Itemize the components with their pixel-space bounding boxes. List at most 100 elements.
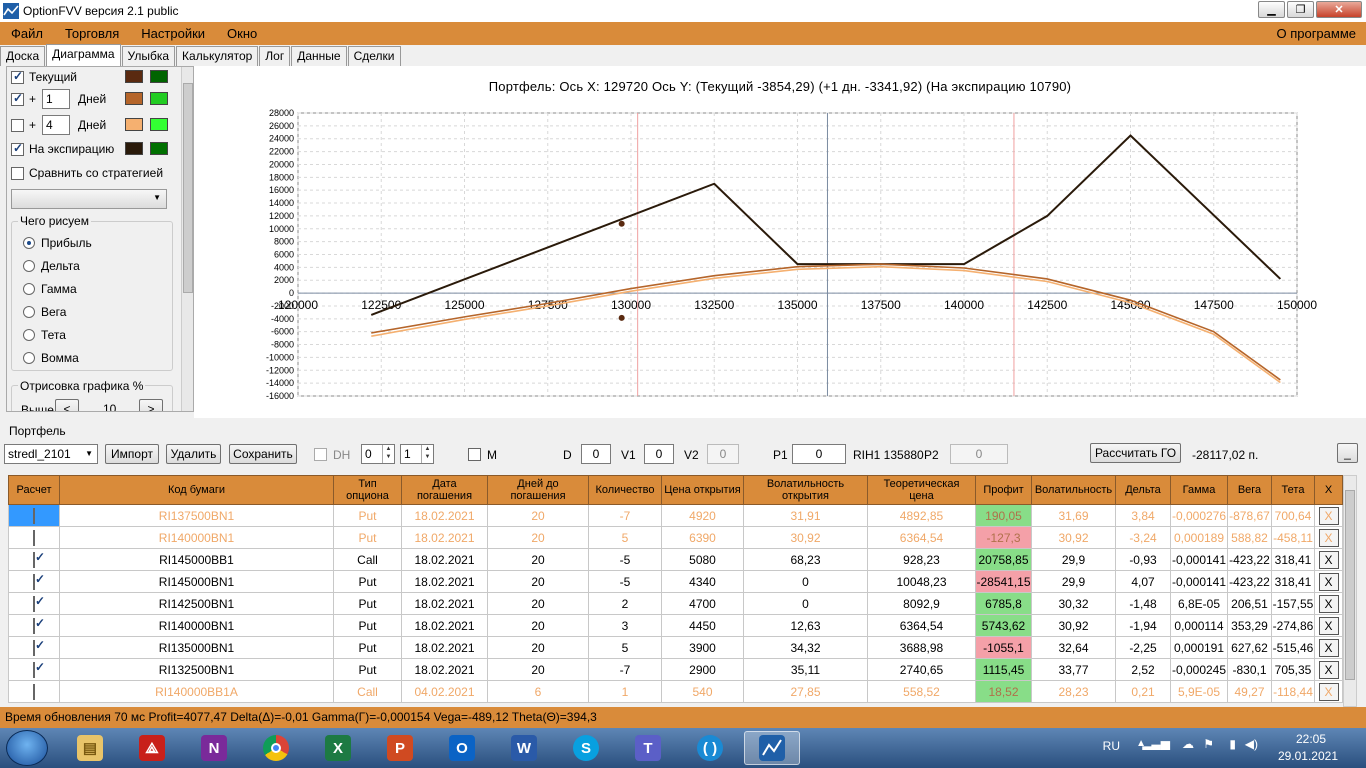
v2-input[interactable]: 0 [707, 444, 739, 464]
flag-icon[interactable]: ⚑ [1203, 737, 1214, 751]
explorer-app[interactable]: ▤ [62, 731, 118, 765]
col-days[interactable]: Дней до погашения [487, 475, 589, 505]
plus1-color-swatch[interactable] [125, 92, 143, 105]
teams-app[interactable]: T [620, 731, 676, 765]
table-row[interactable]: RI140000BN1 Put 18.02.2021 20 5 6390 30,92 6364… [8, 526, 1343, 549]
remove-row-button[interactable]: X [1318, 616, 1339, 635]
save-button[interactable]: Сохранить [229, 444, 297, 464]
calc-checkbox[interactable] [33, 573, 35, 590]
calc-go-button[interactable]: Рассчитать ГО [1090, 443, 1181, 463]
left-panel-scrollbar[interactable] [181, 67, 193, 411]
tab-data[interactable]: Данные [291, 46, 347, 66]
v1-input[interactable]: 0 [644, 444, 674, 464]
radio-delta[interactable]: Дельта [23, 258, 80, 274]
col-delta[interactable]: Дельта [1115, 475, 1171, 505]
delete-button[interactable]: Удалить [166, 444, 221, 464]
table-row[interactable]: RI135000BN1Put18.02.2021205390034,323688… [8, 636, 1343, 659]
col-calc[interactable]: Расчет [8, 475, 60, 505]
start-button[interactable] [6, 730, 48, 766]
calc-cell[interactable] [8, 504, 60, 527]
plus4-color-swatch-2[interactable] [150, 118, 168, 131]
current-color-swatch[interactable] [125, 70, 143, 83]
remove-row-button[interactable]: X [1318, 638, 1339, 657]
col-theta[interactable]: Тета [1271, 475, 1315, 505]
calc-checkbox[interactable] [33, 595, 35, 612]
p2-input[interactable]: 0 [950, 444, 1008, 464]
table-row[interactable]: RI137500BN1 Put 18.02.2021 20 -7 4920 31,91 489… [8, 504, 1343, 527]
pdf-app[interactable]: ⟁ [124, 731, 180, 765]
calc-checkbox[interactable] [33, 529, 35, 546]
maximize-button[interactable]: ❐ [1287, 1, 1314, 18]
calc-cell[interactable] [8, 570, 60, 593]
tab-diagram[interactable]: Диаграмма [46, 44, 121, 66]
tab-smile[interactable]: Улыбка [121, 46, 176, 66]
remove-row-button[interactable]: X [1318, 594, 1339, 613]
remove-row-button[interactable]: X [1318, 528, 1339, 547]
payoff-chart-svg[interactable]: 2800026000240002200020000180001600014000… [194, 66, 1366, 418]
spin1-input[interactable]: 0 ▲ ▼ [361, 444, 395, 464]
menu-settings[interactable]: Настройки [130, 26, 216, 41]
word-app[interactable]: W [496, 731, 552, 765]
clock-date[interactable]: 29.01.2021 [1278, 749, 1338, 763]
col-open-vol[interactable]: Волатильность открытия [743, 475, 868, 505]
expiration-checkbox[interactable] [11, 141, 24, 156]
menu-about[interactable]: О программе [1276, 26, 1356, 41]
expiration-color-swatch[interactable] [125, 142, 143, 155]
skype-app[interactable]: S [558, 731, 614, 765]
col-theo-price[interactable]: Теоретическая цена [867, 475, 976, 505]
above-increase-button[interactable]: > [139, 399, 163, 411]
col-open-price[interactable]: Цена открытия [661, 475, 744, 505]
menu-trade[interactable]: Торговля [54, 26, 130, 41]
dh-checkbox[interactable] [314, 448, 327, 461]
battery-icon[interactable]: ▮ [1229, 737, 1236, 751]
menu-window[interactable]: Окно [216, 26, 268, 41]
radio-profit[interactable]: Прибыль [23, 235, 92, 251]
calc-cell[interactable] [8, 614, 60, 637]
col-expiry[interactable]: Дата погашения [401, 475, 488, 505]
cloud-icon[interactable]: ☁ [1182, 737, 1194, 751]
language-indicator[interactable]: RU [1103, 739, 1120, 753]
portfolio-combo[interactable]: stredl_2101 ▼ [4, 444, 98, 464]
calc-checkbox[interactable] [33, 617, 35, 634]
volume-icon[interactable]: ◀) [1245, 737, 1258, 751]
close-button[interactable]: ✕ [1316, 1, 1362, 18]
tab-board[interactable]: Доска [0, 46, 46, 66]
onenote-app[interactable]: N [186, 731, 242, 765]
d-input[interactable]: 0 [581, 444, 611, 464]
outlook-app[interactable]: O [434, 731, 490, 765]
calc-cell[interactable] [8, 548, 60, 571]
col-qty[interactable]: Количество [588, 475, 662, 505]
calc-cell[interactable] [8, 592, 60, 615]
col-vega[interactable]: Вега [1227, 475, 1272, 505]
remove-row-button[interactable]: X [1318, 572, 1339, 591]
table-row[interactable]: RI145000BN1Put18.02.202120-54340010048,2… [8, 570, 1343, 593]
remove-row-button[interactable]: X [1318, 682, 1339, 701]
remove-row-button[interactable]: X [1318, 660, 1339, 679]
days1-input[interactable]: 1 [42, 89, 71, 109]
col-gamma[interactable]: Гамма [1170, 475, 1228, 505]
spin2-input[interactable]: 1 ▲ ▼ [400, 444, 434, 464]
network-icon[interactable]: ▂▃▅ [1142, 736, 1170, 750]
table-row[interactable]: RI140000BN1Put18.02.2021203445012,636364… [8, 614, 1343, 637]
table-row[interactable]: RI132500BN1Put18.02.202120-7290035,11274… [8, 658, 1343, 681]
excel-app[interactable]: X [310, 731, 366, 765]
scroll-thumb[interactable] [183, 83, 193, 293]
calc-cell[interactable] [8, 658, 60, 681]
calc-checkbox[interactable] [33, 507, 35, 524]
payoff-chart[interactable]: Портфель: Ось X: 129720 Ось Y: (Текущий … [194, 66, 1366, 418]
calc-cell[interactable] [8, 680, 60, 703]
radio-gamma[interactable]: Гамма [23, 281, 77, 297]
compare-checkbox[interactable] [11, 166, 24, 180]
tab-calculator[interactable]: Калькулятор [176, 46, 259, 66]
tab-log[interactable]: Лог [259, 46, 291, 66]
calc-checkbox[interactable] [33, 639, 35, 656]
expiration-color-swatch-2[interactable] [150, 142, 168, 155]
days2-input[interactable]: 4 [42, 115, 71, 135]
calc-checkbox[interactable] [33, 683, 35, 700]
calc-cell[interactable] [8, 526, 60, 549]
powerpoint-app[interactable]: P [372, 731, 428, 765]
calc-checkbox[interactable] [33, 551, 35, 568]
table-row[interactable]: RI145000BB1Call18.02.202120-5508068,2392… [8, 548, 1343, 571]
table-row[interactable]: RI140000BB1A Call 04.02.2021 6 1 540 27,85 558,… [8, 680, 1343, 703]
radio-vomma[interactable]: Вомма [23, 350, 79, 366]
